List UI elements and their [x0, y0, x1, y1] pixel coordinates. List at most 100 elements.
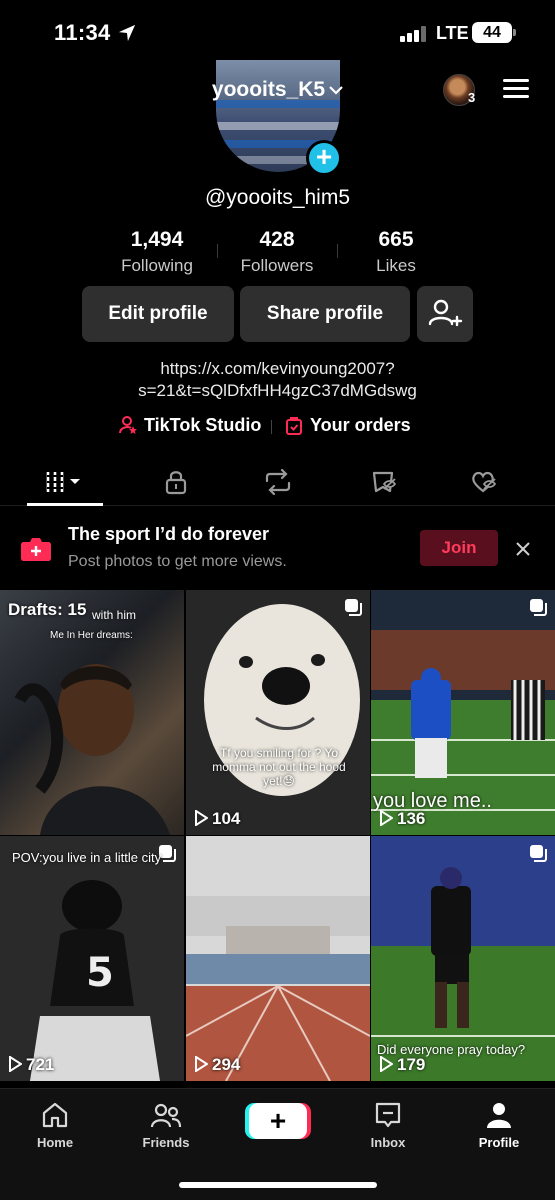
- video-tile[interactable]: you love me.. 136: [371, 590, 555, 835]
- promo-title: The sport I’d do forever: [68, 524, 270, 544]
- drafts-count: Drafts: 15: [8, 600, 87, 619]
- tile-caption: Me In Her dreams:: [50, 630, 133, 641]
- battery-icon: 44: [472, 22, 512, 43]
- video-grid: Drafts: 15 with him Me In Her dreams: Tf…: [0, 590, 555, 1090]
- view-count-value: 179: [397, 1055, 426, 1074]
- status-bar: 11:34 LTE 44: [0, 0, 555, 66]
- profile-tabs: [0, 460, 555, 506]
- stat-label: Following: [121, 256, 193, 275]
- view-count: 104: [194, 809, 240, 829]
- video-thumbnail: [186, 590, 370, 835]
- video-thumbnail: [186, 836, 370, 1081]
- multi-photo-icon: [530, 845, 547, 862]
- studio-user-icon: [119, 416, 137, 435]
- photo-prompt-banner: The sport I’d do forever Post photos to …: [0, 508, 555, 588]
- menu-bar: [503, 79, 529, 82]
- multi-photo-icon: [345, 599, 362, 616]
- nav-label: Friends: [142, 1135, 190, 1150]
- lock-icon: [165, 471, 186, 495]
- bookmark-hidden-icon: [372, 471, 396, 493]
- shopping-bag-icon: [286, 417, 302, 436]
- bio-link-line: https://x.com/kevinyoung2007?: [160, 359, 395, 378]
- active-tab-indicator: [27, 503, 103, 506]
- video-thumbnail: 5: [0, 836, 184, 1081]
- nav-home[interactable]: Home: [10, 1101, 100, 1150]
- play-icon: [380, 1055, 394, 1073]
- video-tile[interactable]: Did everyone pray today? 179: [371, 836, 555, 1081]
- chevron-down-icon: [329, 86, 343, 96]
- nav-inbox[interactable]: Inbox: [343, 1101, 433, 1150]
- view-count: 721: [8, 1055, 54, 1075]
- tab-favorites[interactable]: [328, 460, 439, 506]
- tab-reposts[interactable]: [222, 460, 333, 506]
- stat-following[interactable]: 1,494 Following: [97, 228, 217, 276]
- liked-hidden-icon: [471, 471, 496, 493]
- video-tile[interactable]: 5 POV:you live in a little city 721: [0, 836, 184, 1081]
- shortcut-row: TikTok Studio Your orders: [0, 414, 555, 440]
- stat-value: 665: [378, 228, 414, 251]
- video-tile[interactable]: Tf you smiling for ? Yo momma not out th…: [186, 590, 370, 835]
- bio-link-line: s=21&t=sQlDfxfHH4gzC37dMGdswg: [138, 381, 417, 400]
- tile-caption: Tf you smiling for ? Yo momma not out th…: [212, 746, 346, 788]
- network-label: LTE: [436, 23, 469, 43]
- svg-text:5: 5: [86, 950, 114, 996]
- status-time: 11:34: [54, 20, 111, 45]
- nav-label: Home: [36, 1135, 74, 1150]
- add-friend-button[interactable]: [417, 286, 473, 342]
- tab-videos[interactable]: [10, 460, 121, 506]
- stat-value: 1,494: [130, 228, 184, 251]
- notification-count: 3: [468, 90, 476, 105]
- join-button[interactable]: Join: [420, 530, 498, 566]
- menu-button[interactable]: [503, 79, 529, 99]
- inbox-icon: [375, 1102, 401, 1128]
- photo-plus-icon: [21, 538, 51, 561]
- promo-subtitle: Post photos to get more views.: [68, 553, 287, 570]
- edit-profile-button[interactable]: Edit profile: [82, 286, 234, 342]
- video-tile[interactable]: 294: [186, 836, 370, 1081]
- profile-icon: [487, 1103, 511, 1128]
- play-icon: [380, 809, 394, 827]
- stat-label: Likes: [376, 256, 416, 275]
- drafts-tile[interactable]: Drafts: 15 with him Me In Her dreams:: [0, 590, 184, 835]
- stat-likes[interactable]: 665 Likes: [336, 228, 456, 276]
- stat-followers[interactable]: 428 Followers: [217, 228, 337, 276]
- your-orders-link[interactable]: Your orders: [284, 414, 411, 436]
- signal-icon: [400, 26, 426, 42]
- profile-handle: @yoooits_him5: [204, 186, 351, 209]
- play-icon: [195, 1055, 209, 1073]
- home-indicator: [179, 1182, 377, 1188]
- nav-profile[interactable]: Profile: [454, 1101, 544, 1150]
- close-icon[interactable]: [512, 538, 534, 560]
- repost-icon: [265, 469, 290, 495]
- add-story-button[interactable]: +: [306, 140, 342, 176]
- multi-photo-icon: [530, 599, 547, 616]
- divider: [271, 420, 272, 434]
- username-label: yoooits_K5: [211, 78, 326, 101]
- nav-label: Inbox: [370, 1135, 406, 1150]
- share-profile-button[interactable]: Share profile: [240, 286, 410, 342]
- play-icon: [195, 809, 209, 827]
- view-count-value: 721: [26, 1055, 55, 1074]
- play-icon: [9, 1055, 23, 1073]
- battery-tip: [513, 29, 516, 36]
- nav-friends[interactable]: Friends: [121, 1101, 211, 1150]
- view-count: 136: [379, 809, 425, 829]
- tab-liked[interactable]: [428, 460, 539, 506]
- tile-caption: with him: [92, 608, 137, 622]
- friends-icon: [150, 1103, 182, 1128]
- view-count-value: 136: [397, 809, 426, 828]
- stat-label: Followers: [240, 256, 314, 275]
- tiktok-studio-link[interactable]: TikTok Studio: [118, 414, 261, 436]
- view-count-value: 104: [212, 809, 241, 828]
- bio-link[interactable]: https://x.com/kevinyoung2007? s=21&t=sQl…: [0, 358, 555, 402]
- studio-label: TikTok Studio: [144, 414, 262, 435]
- home-icon: [42, 1102, 68, 1128]
- menu-bar: [503, 87, 529, 90]
- stat-value: 428: [259, 228, 295, 251]
- view-count-value: 294: [212, 1055, 241, 1074]
- view-count: 179: [379, 1055, 425, 1075]
- tab-private[interactable]: [120, 460, 231, 506]
- add-user-icon: [428, 299, 463, 327]
- orders-label: Your orders: [310, 414, 411, 435]
- create-button[interactable]: +: [249, 1103, 307, 1139]
